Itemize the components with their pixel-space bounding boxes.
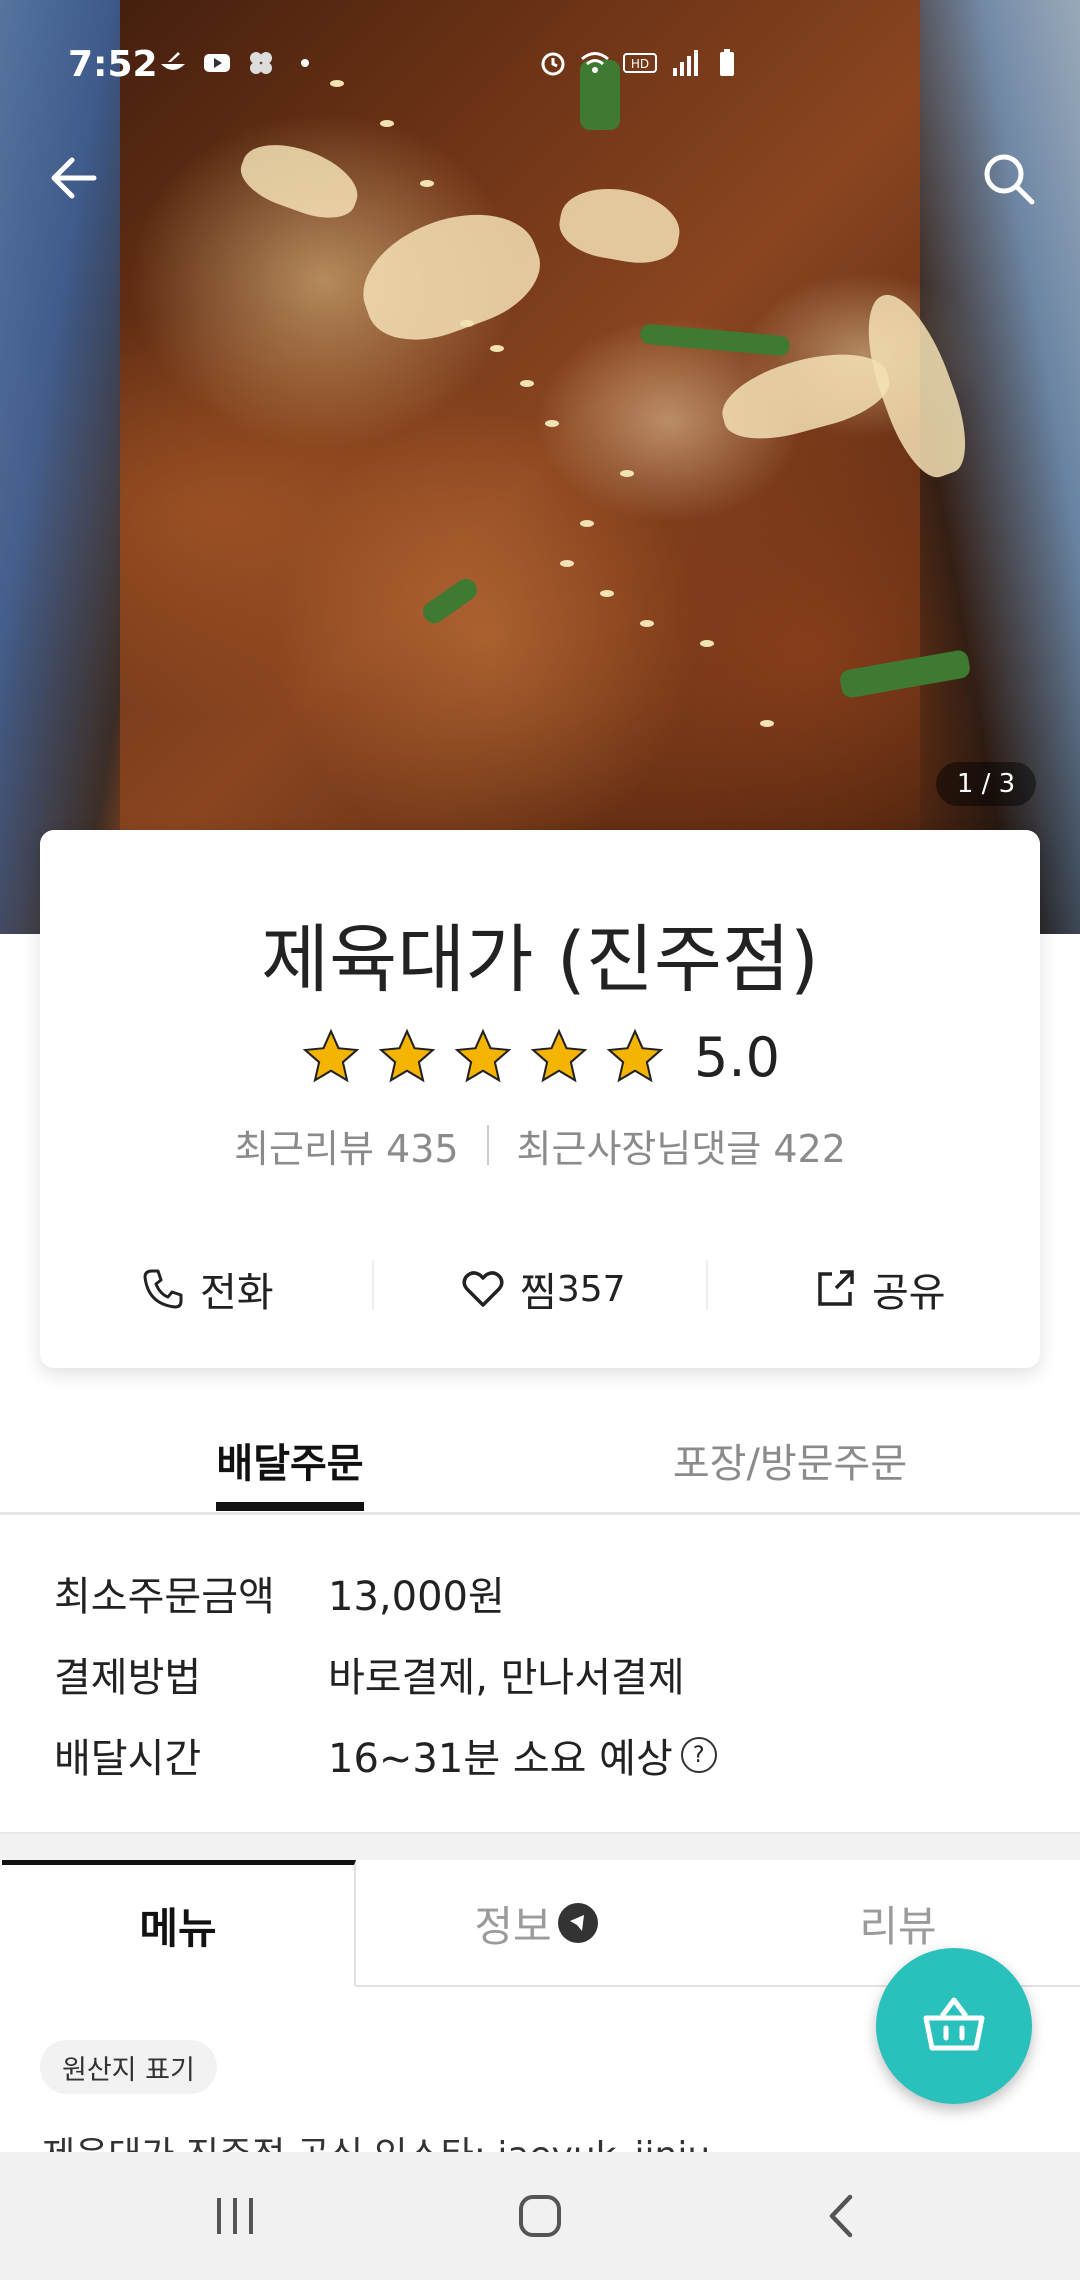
call-label: 전화 [200, 1270, 274, 1316]
delivery-time-label: 배달시간 [54, 1736, 202, 1782]
hd-voice-icon: HD [623, 53, 657, 73]
delivery-time-row: 배달시간 16~31분 소요 예상 ? [54, 1725, 717, 1785]
min-order-row: 최소주문금액 13,000원 [54, 1563, 505, 1623]
payment-method-label: 결제방법 [54, 1655, 202, 1701]
star-icon [530, 1028, 588, 1083]
photo-sesame [760, 720, 774, 727]
system-navigation-bar [0, 2152, 1080, 2280]
tabs-divider [0, 1512, 1080, 1515]
wifi-icon [581, 52, 609, 73]
more-notifications-icon [301, 59, 309, 67]
food-app-icon [161, 52, 185, 70]
status-notification-icons [158, 48, 320, 78]
heart-icon [462, 1271, 504, 1307]
order-type-tabs: 배달주문 포장/방문주문 [0, 1410, 1080, 1514]
payment-method-value: 바로결제, 만나서결제 [328, 1655, 685, 1701]
megaphone-icon [557, 1903, 598, 1943]
min-order-value: 13,000원 [328, 1574, 505, 1620]
back-arrow-icon[interactable] [46, 150, 102, 206]
phone-icon [143, 1269, 183, 1309]
recent-apps-icon[interactable] [206, 2186, 266, 2246]
photo-counter: 1 / 3 [936, 762, 1036, 806]
origin-label-chip[interactable]: 원산지 표기 [40, 2040, 217, 2094]
recent-reviews-count[interactable]: 최근리뷰 435 [234, 1118, 458, 1173]
store-name: 제육대가 (진주점) [261, 917, 819, 1003]
photo-scallion [419, 574, 481, 628]
photo-sesame [420, 180, 434, 187]
photo-sesame [600, 590, 614, 597]
divider [486, 1125, 489, 1165]
nav-back-icon[interactable] [812, 2186, 872, 2246]
share-button[interactable]: 공유 [812, 1254, 946, 1324]
photo-onion [554, 180, 686, 270]
min-order-label: 최소주문금액 [54, 1574, 275, 1620]
favorite-button[interactable]: 찜 357 [460, 1254, 626, 1324]
star-icon [378, 1028, 436, 1083]
payment-method-row: 결제방법 바로결제, 만나서결제 [54, 1644, 685, 1704]
tab-review[interactable]: 리뷰 [716, 1860, 1080, 1986]
signal-icon [673, 50, 698, 76]
status-bar: 7:52 HD [0, 0, 1080, 130]
tab-info-label: 정보 [474, 1901, 552, 1951]
search-icon[interactable] [978, 148, 1038, 208]
status-time: 7:52 [68, 44, 158, 85]
tab-pickup-order[interactable]: 포장/방문주문 [620, 1410, 960, 1510]
rating-row: 5.0 [40, 1022, 1040, 1092]
photo-sesame [490, 345, 504, 352]
tab-info[interactable]: 정보 [356, 1860, 716, 1986]
star-icon [302, 1028, 360, 1083]
call-button[interactable]: 전화 [140, 1254, 274, 1324]
photo-sesame [520, 380, 534, 387]
photo-onion [233, 131, 367, 229]
photo-sesame [460, 320, 474, 327]
rating-value: 5.0 [694, 1025, 780, 1089]
svg-text:HD: HD [631, 57, 649, 71]
photo-scallion [639, 323, 791, 357]
owner-replies-count[interactable]: 최근사장님댓글 422 [517, 1118, 846, 1173]
alarm-icon [541, 52, 565, 76]
active-tab-indicator [216, 1502, 364, 1511]
divider [706, 1260, 708, 1310]
battery-icon [720, 49, 734, 76]
favorite-count: 357 [556, 1268, 626, 1310]
divider [372, 1260, 374, 1310]
tab-menu[interactable]: 메뉴 [2, 1860, 356, 1986]
store-info-card: 제육대가 (진주점) 5.0 최근리뷰 435 최근사장님댓글 422 전화 찜… [40, 830, 1040, 1368]
photo-onion [713, 339, 897, 451]
store-hero-photo[interactable] [0, 0, 1080, 934]
photo-sesame [700, 640, 714, 647]
photo-tray-edge-left [0, 0, 120, 934]
clover-icon [250, 52, 272, 74]
favorite-label: 찜 [520, 1270, 557, 1316]
photo-sesame [640, 620, 654, 627]
photo-sesame [580, 520, 594, 527]
cart-button[interactable] [876, 1948, 1032, 2104]
photo-sesame [560, 560, 574, 567]
photo-sesame [620, 470, 634, 477]
home-icon[interactable] [510, 2186, 570, 2246]
share-icon [818, 1270, 854, 1306]
star-icon [606, 1028, 664, 1083]
delivery-time-value: 16~31분 소요 예상 [328, 1736, 673, 1782]
photo-sesame [545, 420, 559, 427]
star-icon [454, 1028, 512, 1083]
youtube-icon [204, 54, 230, 72]
status-system-icons: HD [538, 48, 742, 78]
share-label: 공유 [872, 1270, 946, 1316]
help-icon[interactable]: ? [680, 1737, 717, 1773]
review-stats-row[interactable]: 최근리뷰 435 최근사장님댓글 422 [40, 1118, 1040, 1173]
basket-icon [923, 1997, 985, 2051]
tab-delivery-order[interactable]: 배달주문 [150, 1410, 430, 1510]
photo-onion [346, 192, 554, 358]
